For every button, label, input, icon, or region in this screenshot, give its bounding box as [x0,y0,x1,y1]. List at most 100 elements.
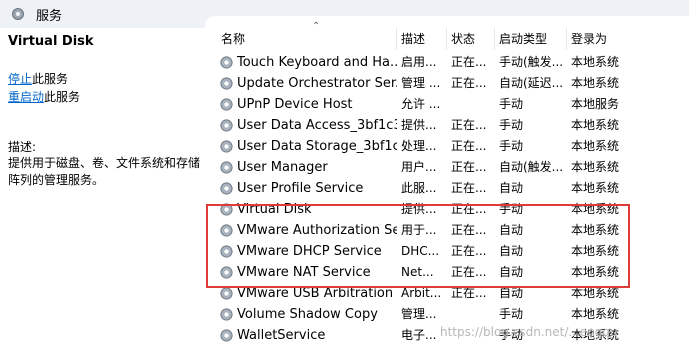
service-name: Update Orchestrator Ser... [237,76,397,91]
table-row[interactable]: User Data Storage_3bf1c... 处理... 正在... 手动 本地… [205,136,689,157]
service-description: Net... [401,265,434,279]
restart-link[interactable]: 重启动 [8,90,44,104]
service-status: 正在... [451,181,487,195]
service-description: 允许 ... [401,97,441,111]
sort-ascending-icon: ⌃ [312,21,321,32]
service-status: 正在... [451,55,487,69]
table-row[interactable]: Update Orchestrator Ser... 管理 ... 正在... 自动(… [205,73,689,94]
service-startup-type: 自动 [499,223,524,237]
service-status: 正在... [451,265,487,279]
service-status: 正在... [451,202,487,216]
gear-icon [220,98,233,111]
service-logon-as: 本地系统 [571,181,620,195]
gear-icon [220,308,233,321]
service-startup-type: 自动(触发... [499,160,564,174]
gear-icon [220,266,233,279]
gear-icon [220,245,233,258]
service-description: 管理... [401,307,437,321]
table-row[interactable]: VMware DHCP Service DHC... 正在... 自动 本地系统 [205,241,689,262]
stop-link[interactable]: 停止 [8,72,32,86]
service-description: 提供... [401,118,437,132]
service-startup-type: 手动 [499,139,524,153]
description-label: 描述: [8,140,37,154]
description-text: 提供用于磁盘、卷、文件系统和存储阵列的管理服务。 [8,156,201,187]
service-description: 用户... [401,160,437,174]
service-name: User Data Access_3bf1c3... [237,118,397,133]
table-row[interactable]: Volume Shadow Copy 管理... 手动 本地系统 [205,304,689,325]
gear-icon [12,8,24,20]
service-logon-as: 本地系统 [571,76,620,90]
service-startup-type: 自动 [499,265,524,279]
column-logon-as[interactable]: 登录为 [567,28,627,50]
service-description: 处理... [401,139,437,153]
restart-action: 重启动此服务 [8,88,80,105]
service-logon-as: 本地系统 [571,160,620,174]
service-startup-type: 手动 [499,202,524,216]
service-logon-as: 本地系统 [571,118,620,132]
service-logon-as: 本地系统 [571,55,620,69]
table-row[interactable]: User Profile Service 此服... 正在... 自动 本地系统 [205,178,689,199]
stop-suffix: 此服务 [32,72,69,86]
service-status: 正在... [451,118,487,132]
table-row[interactable]: VMware USB Arbitration ... Arbit... 正在... 自… [205,283,689,304]
table-row[interactable]: Touch Keyboard and Ha... 启用... 正在... 手动(触发.… [205,52,689,73]
service-description: 启用... [401,55,437,69]
table-row[interactable]: VMware NAT Service Net... 正在... 自动 本地系统 [205,262,689,283]
service-status: 正在... [451,76,487,90]
column-description[interactable]: 描述 [397,28,447,50]
services-list: 名称 ⌃ 描述 状态 启动类型 登录为 Touch Keyboard and H… [205,16,689,352]
column-startup-type[interactable]: 启动类型 [495,28,567,50]
service-name: User Profile Service [237,181,364,196]
details-panel: Virtual Disk 停止此服务 重启动此服务 描述: 提供用于磁盘、卷、文… [0,28,205,352]
service-logon-as: 本地系统 [571,223,620,237]
service-description: 管理 ... [401,76,441,90]
column-status[interactable]: 状态 [447,28,495,50]
service-description: 提供... [401,202,437,216]
gear-icon [220,203,233,216]
service-status [451,304,495,325]
stop-action: 停止此服务 [8,70,68,87]
service-name: Virtual Disk [237,202,312,217]
service-status [451,94,495,115]
gear-icon [220,119,233,132]
column-header: 名称 ⌃ 描述 状态 启动类型 登录为 [205,21,689,50]
gear-icon [220,224,233,237]
service-description: Arbit... [401,286,442,300]
service-name: VMware Authorization Se... [237,223,397,238]
table-row[interactable]: User Manager 用户... 正在... 自动(触发... 本地系统 [205,157,689,178]
selected-service-title: Virtual Disk [8,34,94,49]
service-logon-as: 本地系统 [571,265,620,279]
service-logon-as: 本地系统 [571,307,620,321]
service-name: WalletService [237,328,326,343]
service-startup-type: 自动 [499,286,524,300]
watermark-text: https://blog.csdn.net/...engqu [440,325,618,339]
service-name: Touch Keyboard and Ha... [237,55,397,70]
service-startup-type: 自动 [499,181,524,195]
service-name: VMware NAT Service [237,265,371,280]
service-logon-as: 本地系统 [571,286,620,300]
service-logon-as: 本地系统 [571,244,620,258]
service-logon-as: 本地系统 [571,139,620,153]
window-title: 服务 [36,9,63,24]
service-name: VMware DHCP Service [237,244,382,259]
table-row[interactable]: Virtual Disk 提供... 正在... 手动 本地系统 [205,199,689,220]
gear-icon [220,140,233,153]
service-startup-type: 手动 [499,97,524,111]
table-row[interactable]: UPnP Device Host 允许 ... 手动 本地服务 [205,94,689,115]
service-startup-type: 手动 [499,118,524,132]
service-status: 正在... [451,244,487,258]
service-name: UPnP Device Host [237,97,353,112]
service-startup-type: 自动(延迟... [499,76,564,90]
service-status: 正在... [451,286,487,300]
gear-icon [220,182,233,195]
service-status: 正在... [451,139,487,153]
service-logon-as: 本地服务 [571,97,620,111]
service-name: User Manager [237,160,328,175]
service-description: DHC... [401,244,440,258]
table-row[interactable]: User Data Access_3bf1c3... 提供... 正在... 手动 本地… [205,115,689,136]
column-name[interactable]: 名称 ⌃ [217,21,397,50]
service-startup-type: 自动 [499,244,524,258]
service-name: Volume Shadow Copy [237,307,378,322]
gear-icon [220,161,233,174]
table-row[interactable]: VMware Authorization Se... 用于... 正在... 自动 本地… [205,220,689,241]
